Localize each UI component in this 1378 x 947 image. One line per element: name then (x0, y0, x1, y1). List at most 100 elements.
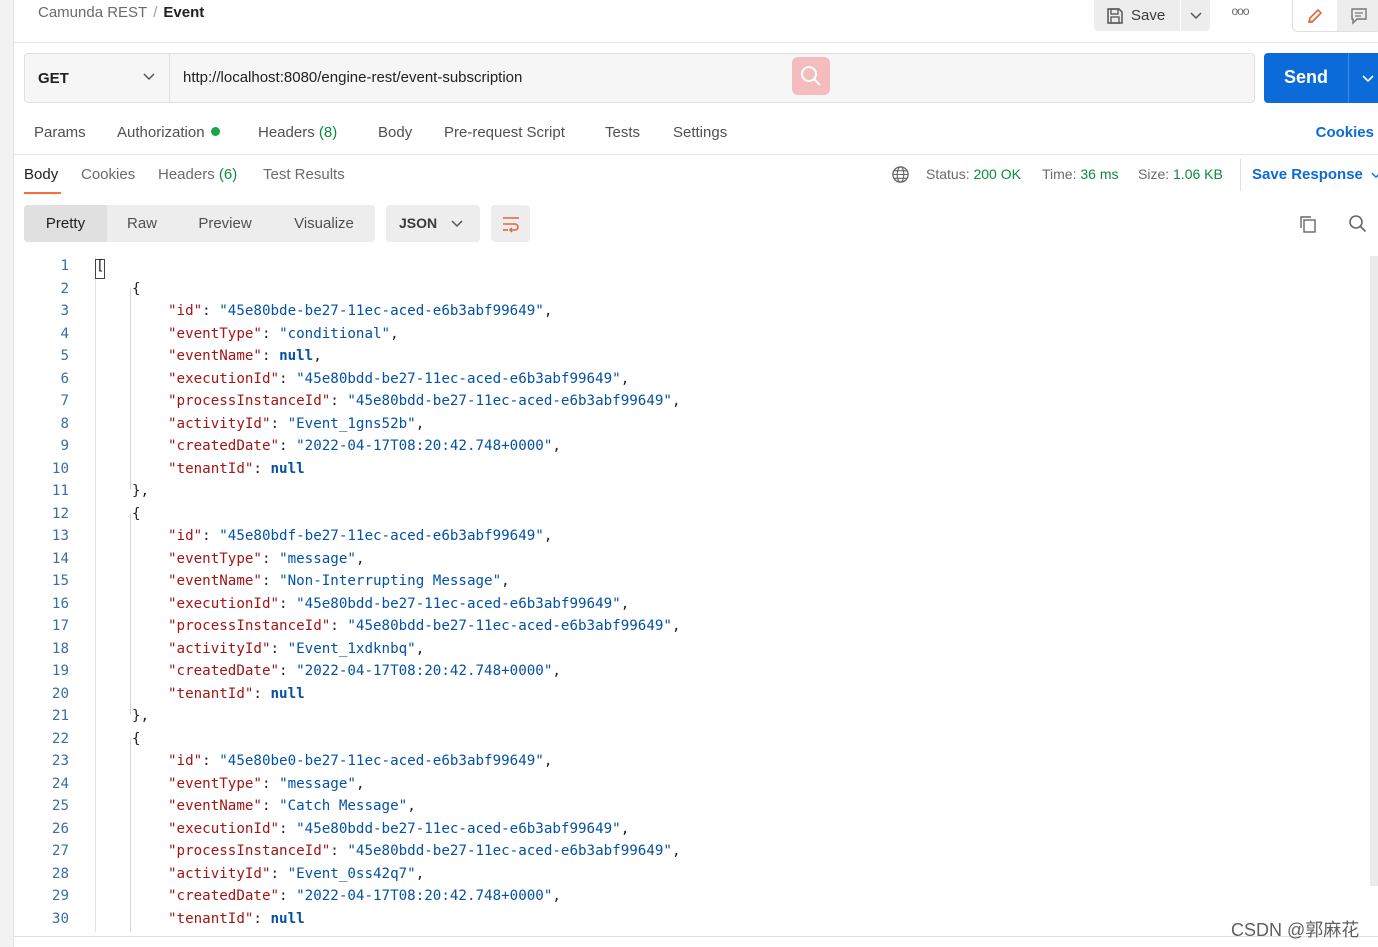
json-key: "processInstanceId" (168, 393, 331, 409)
code-line: "activityId": "Event_0ss42q7", (168, 866, 424, 882)
save-button[interactable]: Save (1094, 0, 1180, 31)
request-header: Camunda REST / Event Save ooo (14, 0, 1378, 43)
view-pretty[interactable]: Pretty (24, 205, 107, 242)
json-punctuation: : (202, 528, 220, 544)
left-edge-strip (0, 0, 14, 947)
tab-response-body[interactable]: Body (24, 166, 58, 183)
globe-icon[interactable] (891, 165, 910, 184)
code-line: { (132, 731, 141, 747)
view-raw[interactable]: Raw (107, 205, 177, 242)
json-key: "id" (168, 528, 203, 544)
json-value: "45e80bdd-be27-11ec-aced-e6b3abf99649" (347, 618, 672, 634)
line-number: 9 (60, 438, 69, 454)
json-key: "tenantId" (168, 685, 254, 702)
vertical-scrollbar[interactable] (1370, 256, 1378, 886)
breadcrumb-separator: / (153, 4, 158, 21)
format-select[interactable]: JSON (386, 205, 480, 242)
line-number: 3 (60, 303, 69, 319)
tab-headers-label: Headers (258, 124, 315, 141)
search-icon[interactable] (1348, 214, 1368, 234)
indent-guide (130, 513, 131, 715)
line-number: 7 (60, 393, 69, 409)
breadcrumb-request-name[interactable]: Event (163, 4, 204, 21)
tab-response-headers-count: (6) (218, 166, 238, 183)
json-key: "tenantId" (168, 460, 254, 477)
code-line: "processInstanceId": "45e80bdd-be27-11ec… (168, 618, 681, 634)
tab-test-results[interactable]: Test Results (263, 166, 345, 183)
json-key: "eventType" (168, 775, 262, 792)
json-key: "id" (168, 303, 203, 319)
line-number: 21 (51, 708, 69, 724)
json-value: "Event_1gns52b" (287, 415, 416, 432)
cookies-link[interactable]: Cookies (1316, 124, 1374, 141)
code-line: "createdDate": "2022-04-17T08:20:42.748+… (168, 888, 561, 904)
json-punctuation: : (261, 550, 280, 567)
size-value: 1.06 KB (1173, 166, 1223, 182)
json-punctuation: : (279, 595, 297, 612)
line-number: 23 (51, 753, 69, 769)
tab-pre-request-script[interactable]: Pre-request Script (444, 124, 565, 141)
save-response-button[interactable]: Save Response (1240, 159, 1378, 191)
json-punctuation: , (620, 820, 630, 837)
json-punctuation: : (261, 573, 280, 589)
save-button-label: Save (1131, 7, 1166, 24)
code-line: "tenantId": null (168, 686, 305, 702)
tab-response-headers[interactable]: Headers (6) (158, 166, 237, 183)
edit-button[interactable] (1293, 0, 1337, 31)
tab-headers[interactable]: Headers (8) (258, 124, 337, 141)
tab-params[interactable]: Params (34, 124, 86, 141)
json-value: "2022-04-17T08:20:42.748+0000" (296, 888, 553, 904)
json-value: "45e80bde-be27-11ec-aced-e6b3abf99649" (219, 303, 544, 319)
tab-settings[interactable]: Settings (673, 124, 727, 141)
response-body-viewer[interactable]: 1 [2 {3 "id": "45e80bde-be27-11ec-aced-e6b3… (14, 256, 1370, 932)
chevron-down-icon (1371, 172, 1378, 179)
wrap-lines-button[interactable] (491, 205, 530, 242)
response-size: Size: 1.06 KB (1138, 166, 1223, 182)
view-visualize[interactable]: Visualize (273, 205, 375, 242)
size-label: Size: (1138, 166, 1170, 182)
json-punctuation: [ (96, 258, 105, 274)
json-key: "executionId" (168, 820, 280, 837)
more-actions-button[interactable]: ooo (1226, 4, 1254, 24)
json-punctuation: : (261, 348, 280, 364)
json-punctuation: : (261, 798, 280, 814)
json-value: "Catch Message" (279, 798, 408, 814)
json-key: "tenantId" (168, 910, 254, 927)
url-search-button[interactable] (792, 57, 830, 95)
json-punctuation: , (671, 393, 681, 409)
tab-body[interactable]: Body (378, 124, 412, 141)
breadcrumb-collection[interactable]: Camunda REST (38, 4, 147, 21)
json-punctuation: , (355, 775, 365, 792)
json-punctuation: { (132, 730, 141, 747)
json-punctuation: , (415, 640, 425, 657)
save-options-dropdown[interactable] (1181, 0, 1210, 31)
tab-response-cookies[interactable]: Cookies (81, 166, 135, 183)
json-punctuation: : (253, 460, 271, 477)
time-value: 36 ms (1080, 166, 1119, 182)
chevron-down-icon[interactable] (1362, 75, 1374, 83)
tab-tests[interactable]: Tests (605, 124, 640, 141)
request-tabs: Params Authorization Headers (8) Body Pr… (14, 118, 1378, 155)
line-number: 8 (60, 415, 69, 432)
view-preview[interactable]: Preview (177, 205, 273, 242)
tab-authorization[interactable]: Authorization (117, 124, 220, 141)
code-line: "processInstanceId": "45e80bdd-be27-11ec… (168, 393, 681, 409)
code-line: { (132, 506, 141, 522)
comment-icon (1351, 7, 1367, 25)
json-key: "processInstanceId" (168, 843, 331, 859)
json-punctuation: , (355, 550, 365, 567)
response-time: Time: 36 ms (1042, 166, 1119, 182)
json-value: "2022-04-17T08:20:42.748+0000" (296, 438, 553, 454)
send-button[interactable]: Send (1264, 53, 1378, 103)
bottom-divider (14, 936, 1378, 937)
json-punctuation: , (501, 573, 510, 589)
http-method-select[interactable]: GET (25, 54, 170, 102)
comments-button[interactable] (1337, 0, 1378, 31)
copy-icon[interactable] (1298, 214, 1318, 234)
json-value: null (279, 348, 314, 364)
url-input[interactable]: http://localhost:8080/engine-rest/event-… (183, 69, 522, 86)
json-value: "message" (279, 775, 356, 792)
json-punctuation: }, (132, 708, 150, 724)
code-line: "id": "45e80be0-be27-11ec-aced-e6b3abf99… (168, 753, 552, 769)
line-number: 26 (51, 820, 69, 837)
